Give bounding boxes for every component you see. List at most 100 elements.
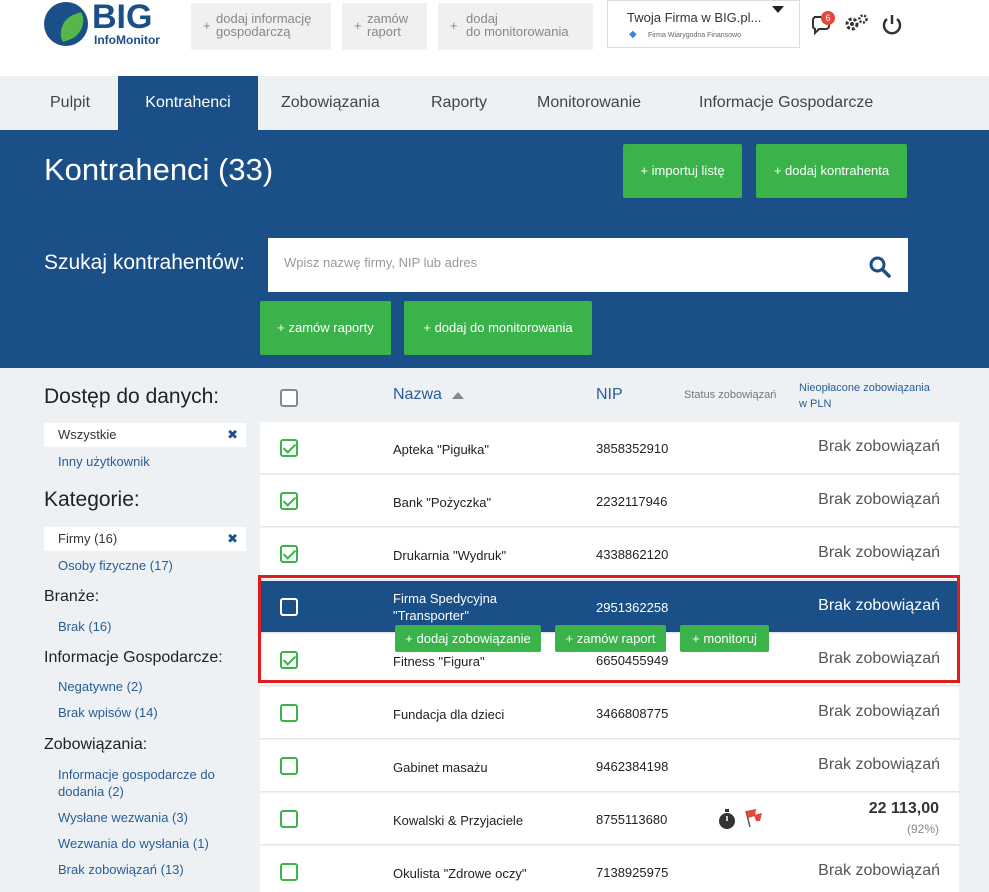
tab-informacje-gospodarcze[interactable]: Informacje Gospodarcze [699,76,873,130]
gear-icon[interactable] [843,13,869,35]
diamond-icon: ◆ [629,29,637,40]
firm-selector[interactable]: Twoja Firma w BIG.pl... ◆ Firma Wiarygod… [607,0,800,48]
search-input[interactable] [284,255,844,270]
row-checkbox[interactable] [280,545,298,563]
tab-pulpit[interactable]: Pulpit [50,76,90,130]
industries-title: Branże: [44,588,100,605]
row-amount: 22 113,00 [868,800,939,817]
add-to-monitoring-button[interactable]: + dodaj do monitorowania [438,3,593,50]
row-nip: 2232117946 [596,494,668,509]
table-row[interactable]: Apteka "Pigułka" 3858352910 Brak zobowią… [260,422,959,474]
table-row[interactable]: Bank "Pożyczka" 2232117946 Brak zobowiąz… [260,475,959,527]
big-logo[interactable]: BIG InfoMonitor [44,0,164,48]
power-icon[interactable] [881,13,903,35]
firm-name: Twoja Firma w BIG.pl... [627,10,762,25]
row-owed: Brak zobowiązań [818,862,940,879]
row-nip: 9462384198 [596,759,669,774]
search-icon[interactable] [868,255,892,279]
info-title: Informacje Gospodarcze: [44,649,223,666]
obligations-filter-item[interactable]: Wezwania do wysłania (1) [58,836,209,851]
notification-badge: 6 [821,11,835,25]
top-header: BIG InfoMonitor + dodaj informację gospo… [0,0,989,76]
row-checkbox[interactable] [280,492,298,510]
row-nip: 3858352910 [596,441,669,456]
table-row[interactable]: Kowalski & Przyjaciele 8755113680 22 113… [260,793,959,845]
row-owed: Brak zobowiązań [818,756,940,773]
order-reports-button[interactable]: + zamów raporty [260,301,391,355]
table-row[interactable]: Gabinet masażu 9462384198 Brak zobowiąza… [260,740,959,792]
row-nip: 4338862120 [596,547,669,562]
row-name[interactable]: Fundacja dla dzieci [393,706,553,723]
order-report-label: zamów raport [367,11,409,39]
obligations-title: Zobowiązania: [44,736,148,753]
tab-monitorowanie[interactable]: Monitorowanie [537,76,641,130]
tab-kontrahenci[interactable]: Kontrahenci [118,76,258,130]
row-owed: Brak zobowiązań [818,703,940,720]
table-row[interactable]: Okulista "Zdrowe oczy" 7138925975 Brak z… [260,846,959,892]
category-filter-selected[interactable]: Firmy (16) ✖ [44,527,246,551]
row-checkbox[interactable] [280,704,298,722]
close-icon[interactable]: ✖ [227,527,238,551]
logo-emblem [44,2,88,46]
row-checkbox[interactable] [280,439,298,457]
row-name[interactable]: Bank "Pożyczka" [393,494,553,511]
access-selected-label: Wszystkie [58,427,117,442]
row-checkbox[interactable] [280,810,298,828]
category-selected-label: Firmy (16) [58,531,118,546]
row-checkbox[interactable] [280,757,298,775]
import-list-button[interactable]: + importuj listę [623,144,742,198]
select-all-checkbox[interactable] [280,389,298,407]
row-nip: 7138925975 [596,865,669,880]
industry-filter-item[interactable]: Brak (16) [58,619,111,634]
page-title: Kontrahenci (33) [44,152,274,187]
column-header-unpaid[interactable]: Nieopłacone zobowiązania w PLN [799,380,930,412]
firm-subtitle: Firma Wiarygodna Finansowo [648,32,741,39]
highlight-box [258,575,960,683]
table-row[interactable]: Drukarnia "Wydruk" 4338862120 Brak zobow… [260,528,959,580]
obligations-filter-item[interactable]: Wysłane wezwania (3) [58,810,188,825]
row-checkbox[interactable] [280,863,298,881]
row-owed: Brak zobowiązań [818,544,940,561]
status-icons [719,809,762,829]
row-nip: 3466808775 [596,706,669,721]
add-to-monitoring-label: dodaj do monitorowania [466,11,569,39]
add-business-info-label: dodaj informację gospodarczą [216,11,312,39]
info-filter-item[interactable]: Brak wpisów (14) [58,705,158,720]
search-label: Szukaj kontrahentów: [44,251,245,274]
column-header-name[interactable]: Nazwa [393,386,442,404]
order-report-button[interactable]: + zamów raport [342,3,427,50]
info-filter-item[interactable]: Negatywne (2) [58,679,143,694]
column-header-status: Status zobowiązań [684,389,777,401]
flag-icon [745,809,762,828]
column-header-nip[interactable]: NIP [596,386,623,404]
main-nav: Pulpit Kontrahenci Zobowiązania Raporty … [0,76,989,130]
add-business-info-button[interactable]: + dodaj informację gospodarczą [191,3,331,50]
add-to-monitoring-bulk-button[interactable]: + dodaj do monitorowania [404,301,592,355]
hero-panel: Kontrahenci (33) + importuj listę + doda… [0,130,989,368]
row-name[interactable]: Gabinet masażu [393,759,553,776]
category-filter-other[interactable]: Osoby fizyczne (17) [58,558,173,573]
row-name[interactable]: Kowalski & Przyjaciele [393,812,553,829]
chevron-down-icon [772,6,784,13]
access-filter-other[interactable]: Inny użytkownik [58,454,150,469]
tab-raporty[interactable]: Raporty [431,76,487,130]
row-name[interactable]: Apteka "Pigułka" [393,441,553,458]
stopwatch-icon [719,809,735,829]
row-nip: 8755113680 [596,812,668,827]
row-name[interactable]: Drukarnia "Wydruk" [393,547,553,564]
tab-zobowiazania[interactable]: Zobowiązania [281,76,380,130]
access-filter-selected[interactable]: Wszystkie ✖ [44,423,246,447]
row-owed: Brak zobowiązań [818,491,940,508]
search-box [268,238,908,292]
add-contractor-button[interactable]: + dodaj kontrahenta [756,144,907,198]
close-icon[interactable]: ✖ [227,423,238,447]
table-row[interactable]: Fundacja dla dzieci 3466808775 Brak zobo… [260,687,959,739]
obligations-filter-item[interactable]: Brak zobowiązań (13) [58,862,184,877]
row-owed: Brak zobowiązań [818,438,940,455]
sort-ascending-icon[interactable] [452,392,464,399]
access-title: Dostęp do danych: [44,385,220,408]
row-percent: (92%) [906,822,939,836]
obligations-filter-item[interactable]: Informacje gospodarcze do dodania (2) [58,766,215,800]
row-name[interactable]: Okulista "Zdrowe oczy" [393,865,553,882]
logo-text: BIG [92,0,153,36]
